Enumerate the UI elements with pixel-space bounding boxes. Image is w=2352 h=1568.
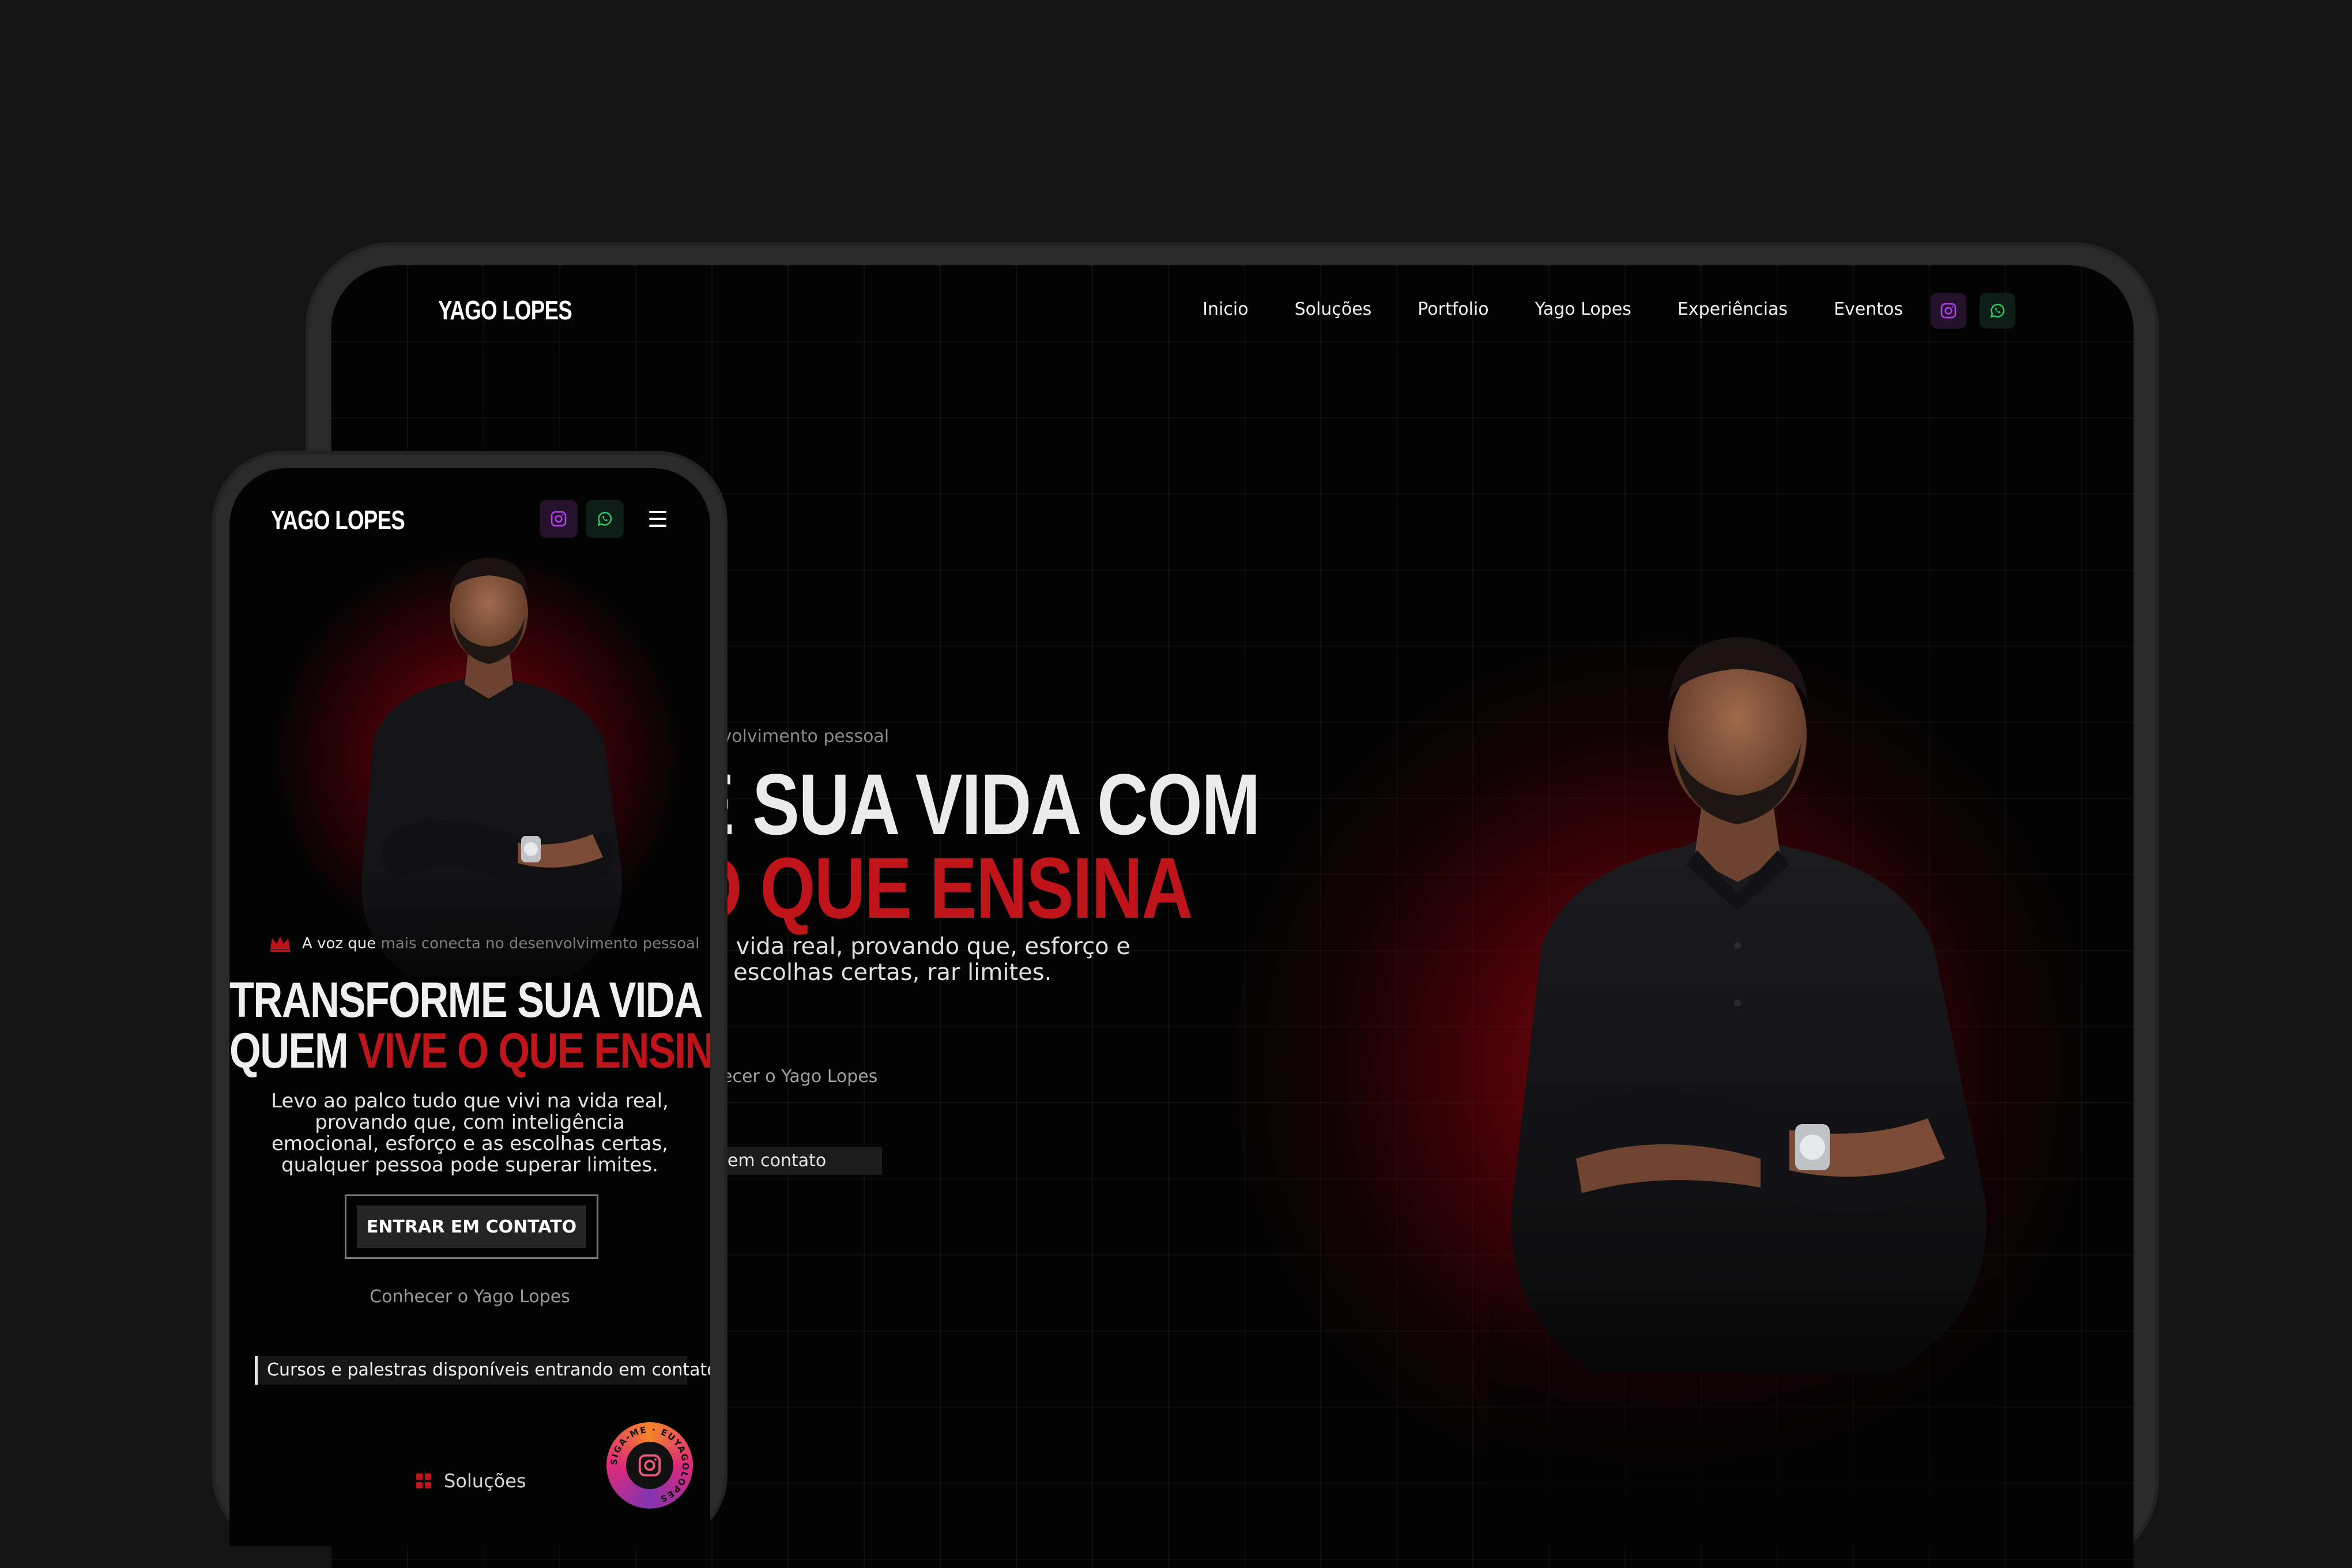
desktop-instagram-button[interactable] xyxy=(1931,293,1966,329)
mobile-device-frame: YAGO LOPES A voz que mais conecta no des… xyxy=(212,451,728,1546)
mobile-headline-line2: QUEM VIVE O QUE ENSINA xyxy=(229,1026,710,1076)
whatsapp-icon xyxy=(597,511,612,526)
desktop-nav: Inicio Soluções Portfolio Yago Lopes Exp… xyxy=(1203,295,1903,324)
hero-headline-line2: O QUE ENSINA xyxy=(687,839,1193,936)
instagram-icon xyxy=(638,1454,661,1477)
nav-item-experiencias[interactable]: Experiências xyxy=(1678,295,1788,324)
hero-portrait xyxy=(1490,637,1997,1545)
nav-item-yago-lopes[interactable]: Yago Lopes xyxy=(1535,295,1631,324)
tagline-rest: mais conecta no desenvolvimento pessoal xyxy=(380,935,700,952)
desktop-whatsapp-button[interactable] xyxy=(1980,293,2015,329)
mobile-screen: YAGO LOPES A voz que mais conecta no des… xyxy=(229,468,710,1546)
mobile-section-solucoes[interactable]: Soluções xyxy=(414,1470,526,1492)
mobile-tagline: A voz que mais conecta no desenvolviment… xyxy=(269,935,699,952)
mobile-hero-paragraph: Levo ao palco tudo que vivi na vida real… xyxy=(271,1090,669,1177)
nav-item-portfolio[interactable]: Portfolio xyxy=(1418,295,1488,324)
crown-icon xyxy=(270,937,290,952)
instagram-icon xyxy=(551,511,567,527)
mobile-brand-logo[interactable]: YAGO LOPES xyxy=(271,503,405,537)
solucoes-label: Soluções xyxy=(444,1470,526,1492)
hero-headline-line1: E SUA VIDA COM xyxy=(687,756,1261,853)
hero-eyebrow: envolvimento pessoal xyxy=(700,726,889,747)
hero-paragraph: na vida real, provando que, esforço e as… xyxy=(700,933,1130,986)
mobile-instagram-button[interactable] xyxy=(540,500,578,538)
nav-item-inicio[interactable]: Inicio xyxy=(1203,295,1248,324)
instagram-icon xyxy=(1940,303,1957,319)
headline-line2-highlight: VIVE O QUE ENSINA xyxy=(357,1023,710,1079)
tagline-lead: A voz que xyxy=(302,935,376,952)
headline-line1-text: TRANSFORME SUA VIDA COM xyxy=(229,973,710,1028)
headline-line2-text: QUEM VIVE O QUE ENSINA xyxy=(229,1026,710,1076)
mobile-whatsapp-button[interactable] xyxy=(586,500,624,538)
mobile-about-link[interactable]: Conhecer o Yago Lopes xyxy=(229,1287,710,1307)
enter-contact-button[interactable]: ENTRAR EM CONTATO xyxy=(357,1205,586,1248)
follow-instagram-badge[interactable]: SIGA-ME · EUYAGOLOPES xyxy=(606,1422,693,1509)
courses-note: Cursos e palestras disponíveis entrando … xyxy=(255,1356,710,1385)
grid-icon xyxy=(416,1473,431,1488)
menu-icon[interactable] xyxy=(646,507,670,530)
whatsapp-icon xyxy=(1990,303,2005,318)
nav-item-eventos[interactable]: Eventos xyxy=(1834,295,1903,324)
headline-line2-a: QUEM xyxy=(229,1023,349,1079)
desktop-brand-logo[interactable]: YAGO LOPES xyxy=(438,293,572,327)
mobile-headline-line1: TRANSFORME SUA VIDA COM xyxy=(229,975,710,1025)
cta-button-frame: ENTRAR EM CONTATO xyxy=(345,1194,598,1259)
badge-core xyxy=(626,1442,673,1489)
nav-item-solucoes[interactable]: Soluções xyxy=(1295,295,1372,324)
